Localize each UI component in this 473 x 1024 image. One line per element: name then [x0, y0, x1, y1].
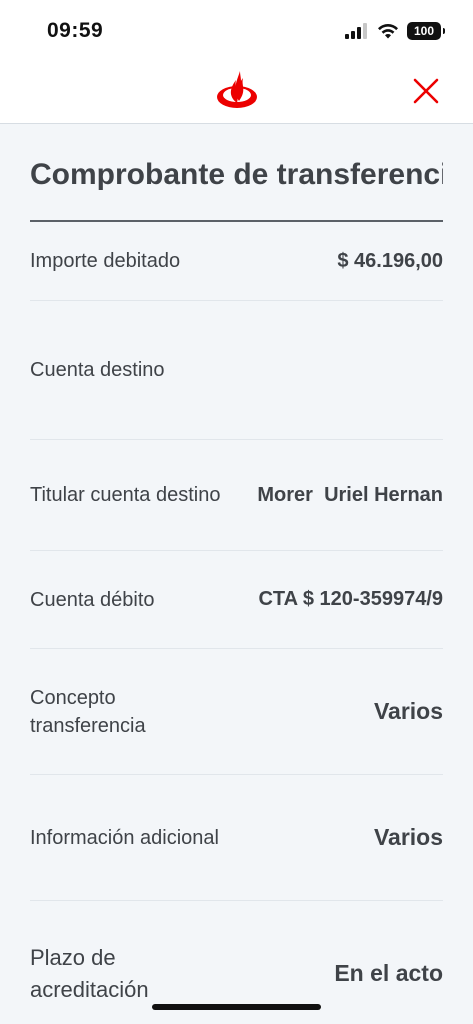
receipt-content: Comprobante de transferencia Importe deb…	[30, 124, 443, 1024]
page-title: Comprobante de transferencia	[30, 158, 443, 191]
detail-value: CTA $ 120-359974/9	[258, 588, 443, 610]
wifi-icon	[378, 23, 398, 39]
detail-value: $ 46.196,00	[337, 249, 443, 272]
detail-row-cuenta-debito: Cuenta débito CTA $ 120-359974/9	[30, 551, 443, 649]
app-header	[0, 62, 473, 124]
detail-label: Información adicional	[30, 826, 219, 849]
close-icon[interactable]	[410, 75, 442, 107]
detail-value: Varios	[373, 824, 443, 850]
status-icons: 100	[345, 22, 445, 40]
santander-flame-icon	[217, 71, 257, 108]
detail-value: En el acto	[334, 960, 443, 986]
detail-row-importe: Importe debitado $ 46.196,00	[30, 222, 443, 301]
detail-row-cuenta-destino: Cuenta destino	[30, 301, 443, 440]
battery-icon: 100	[407, 22, 445, 40]
detail-label: Concepto transferencia	[30, 686, 146, 737]
detail-label: Cuenta destino	[30, 359, 165, 381]
status-bar: 09:59 100	[0, 0, 473, 62]
detail-label: Importe debitado	[30, 250, 181, 272]
battery-level: 100	[413, 24, 435, 38]
detail-label: Cuenta débito	[30, 588, 155, 611]
home-indicator[interactable]	[152, 1004, 321, 1010]
status-time: 09:59	[47, 19, 104, 42]
detail-label: Titular cuenta destino	[30, 484, 221, 506]
signal-icon	[345, 23, 367, 39]
detail-row-informacion: Información adicional Varios	[30, 775, 443, 901]
detail-value: Varios	[373, 698, 443, 724]
detail-row-titular: Titular cuenta destino Morer Uriel Herna…	[30, 440, 443, 551]
detail-value: Morer Uriel Hernan	[257, 483, 443, 506]
detail-label: Plazo de acreditación	[30, 944, 149, 1002]
detail-row-concepto: Concepto transferencia Varios	[30, 649, 443, 775]
